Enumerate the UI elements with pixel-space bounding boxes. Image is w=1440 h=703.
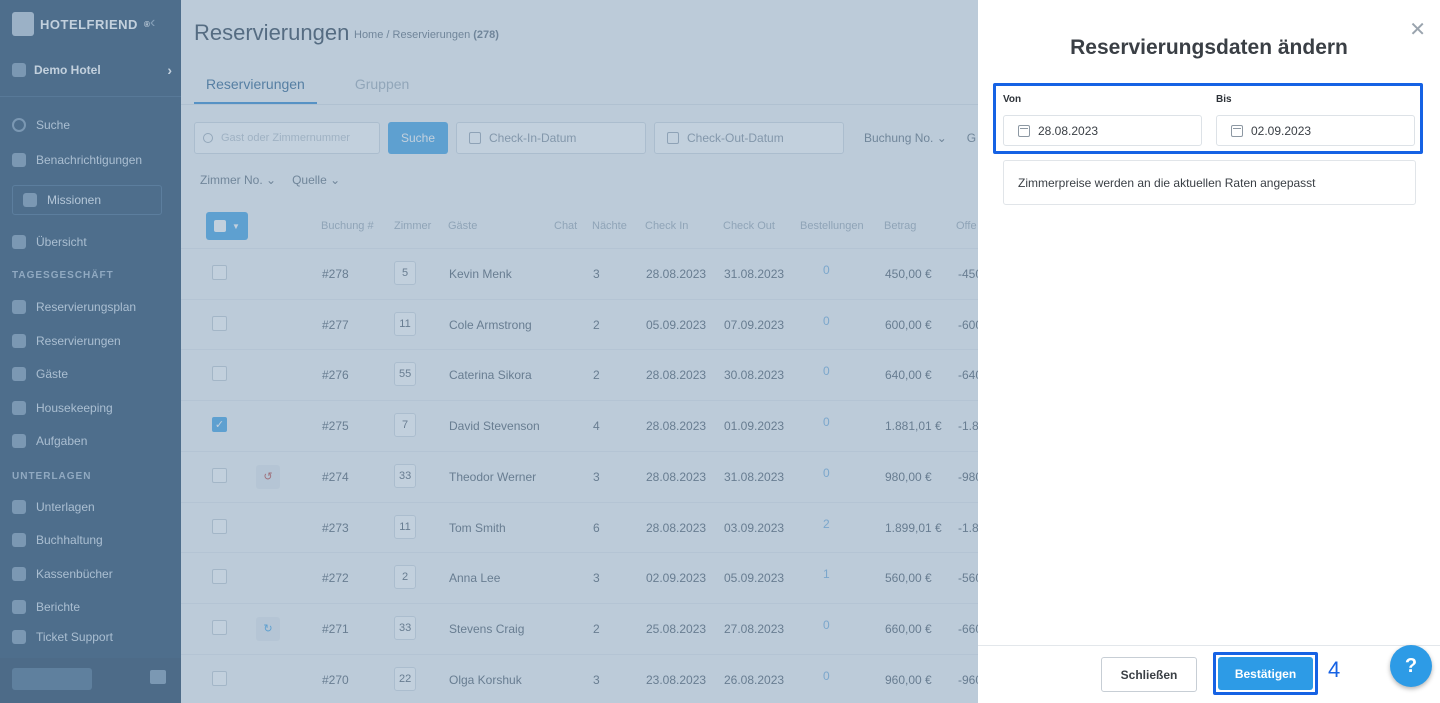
close-button[interactable]: Schließen [1101, 657, 1197, 692]
from-date-input[interactable]: 28.08.2023 [1003, 115, 1202, 146]
help-button[interactable]: ? [1390, 645, 1432, 687]
to-date-input[interactable]: 02.09.2023 [1216, 115, 1415, 146]
to-date-value: 02.09.2023 [1251, 123, 1312, 138]
confirm-button[interactable]: Bestätigen [1218, 657, 1313, 690]
calendar-icon [1018, 124, 1030, 137]
change-dates-panel: ✕ Reservierungsdaten ändern Von Bis 28.0… [978, 0, 1440, 703]
calendar-icon [1231, 124, 1243, 137]
to-label: Bis [1216, 94, 1232, 105]
from-date-value: 28.08.2023 [1038, 123, 1099, 138]
from-label: Von [1003, 94, 1022, 105]
step-marker: 4 [1328, 657, 1341, 682]
panel-title: Reservierungsdaten ändern [1070, 36, 1348, 59]
footer-divider [978, 645, 1440, 646]
modal-backdrop[interactable] [0, 0, 978, 703]
rate-info-message: Zimmerpreise werden an die aktuellen Rat… [1003, 160, 1416, 205]
